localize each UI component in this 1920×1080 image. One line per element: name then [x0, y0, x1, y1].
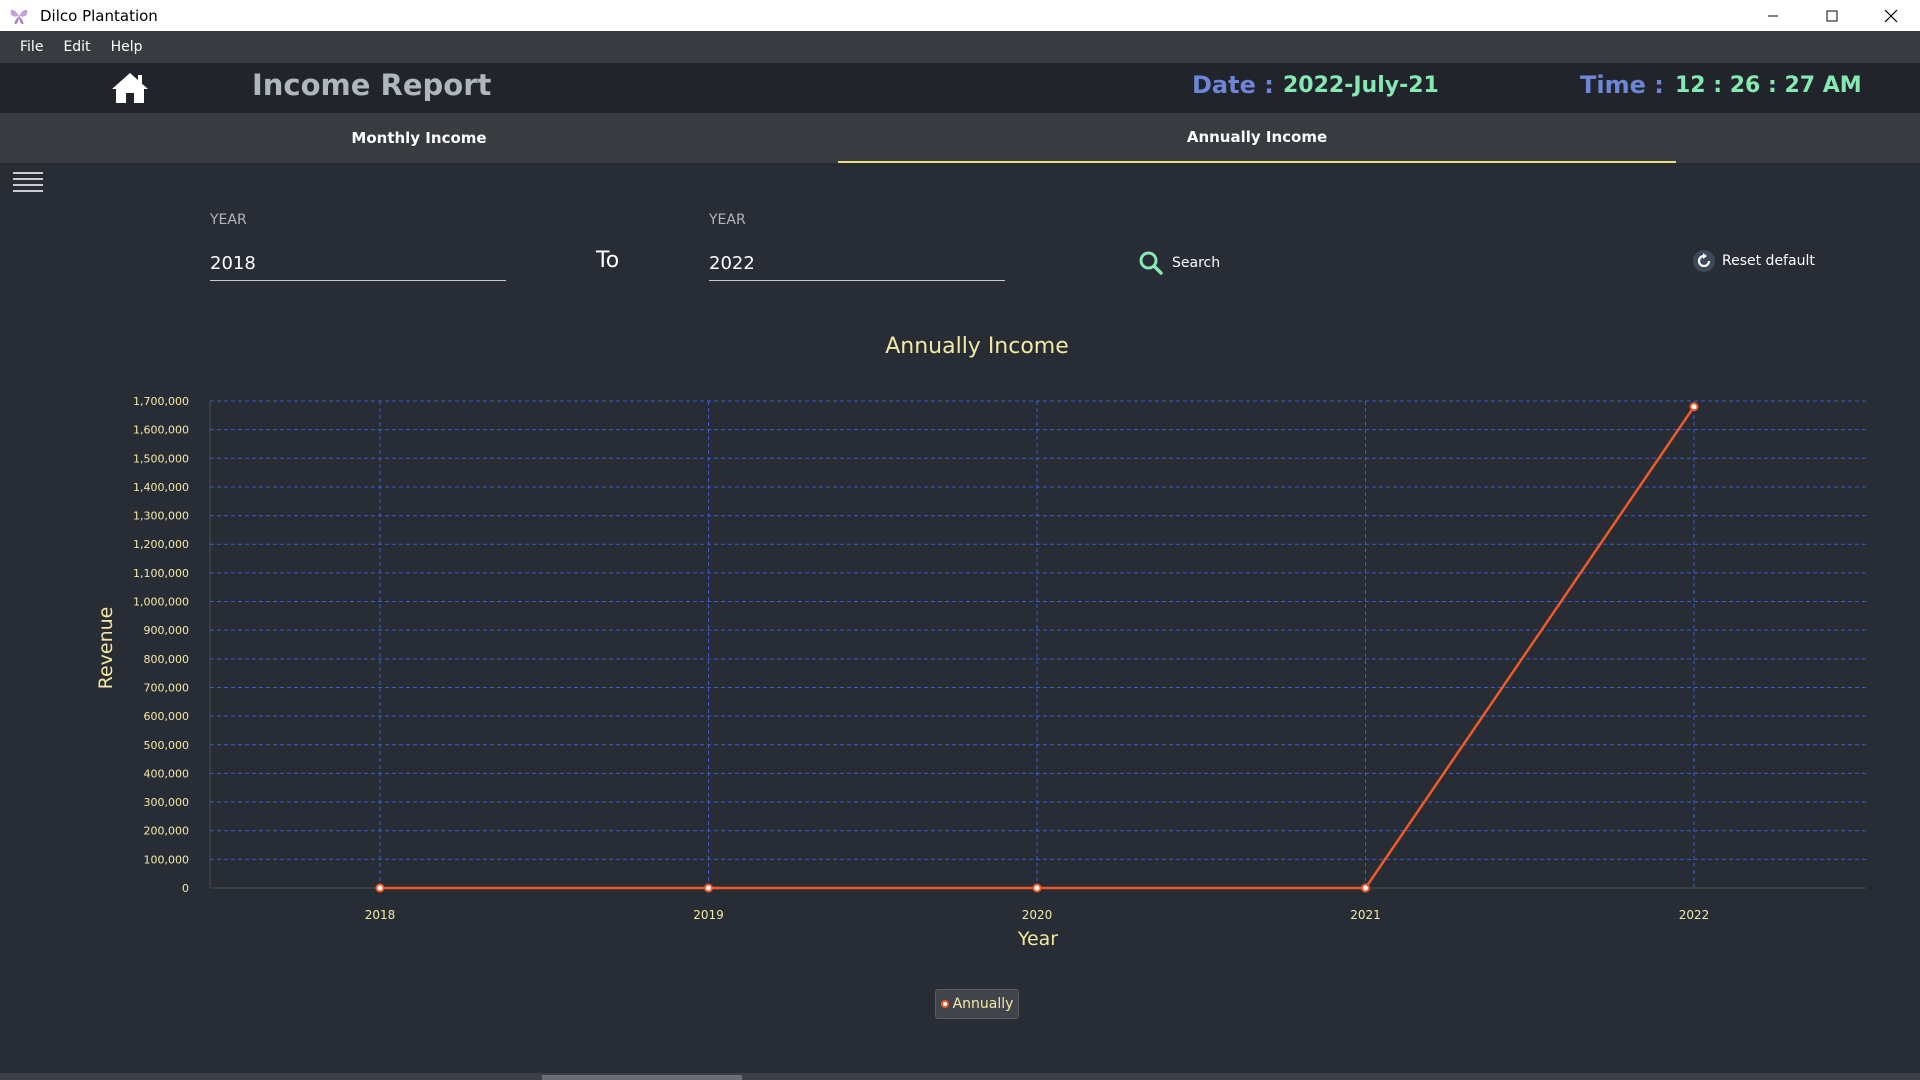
horizontal-scrollbar[interactable]	[0, 1073, 1920, 1080]
y-tick-label: 600,000	[144, 710, 190, 723]
home-icon[interactable]	[110, 71, 150, 105]
from-year-input[interactable]	[210, 247, 506, 281]
reset-label: Reset default	[1722, 253, 1815, 269]
scrollbar-thumb[interactable]	[542, 1075, 742, 1080]
y-tick-label: 300,000	[144, 796, 190, 809]
window-titlebar: Dilco Plantation	[0, 0, 1920, 31]
reset-default-button[interactable]: Reset default	[1692, 246, 1815, 276]
search-icon	[1139, 251, 1163, 275]
tab-annually-income[interactable]: Annually Income	[838, 113, 1676, 163]
search-button[interactable]: Search	[1138, 248, 1220, 278]
x-axis-label: Year	[1017, 928, 1058, 950]
close-icon	[1884, 9, 1897, 22]
y-tick-label: 1,500,000	[133, 452, 189, 465]
butterfly-app-icon	[10, 9, 28, 24]
from-year-label: YEAR	[210, 212, 247, 228]
y-tick-label: 1,600,000	[133, 424, 189, 437]
y-tick-label: 400,000	[144, 767, 190, 780]
date-label: Date :	[1192, 71, 1274, 99]
y-tick-label: 1,400,000	[133, 481, 189, 494]
time-label: Time :	[1580, 71, 1664, 99]
refresh-icon	[1693, 250, 1715, 272]
tab-bar: Monthly Income Annually Income	[0, 113, 1920, 163]
data-point	[375, 883, 385, 893]
data-point	[704, 883, 713, 893]
y-tick-label: 1,300,000	[133, 510, 189, 523]
page-title: Income Report	[252, 68, 492, 102]
x-tick-label: 2019	[693, 908, 724, 922]
menu-help[interactable]: Help	[101, 39, 153, 55]
y-tick-label: 1,000,000	[133, 596, 189, 609]
tab-monthly-income[interactable]: Monthly Income	[0, 113, 838, 163]
chart-title: Annually Income	[885, 334, 1069, 359]
to-year-label: YEAR	[709, 212, 746, 228]
y-axis-label: Revenue	[95, 607, 117, 690]
menu-file[interactable]: File	[10, 39, 53, 55]
annual-income-chart: 0 100,000 200,000 300,000 400,000 500,000 600,…	[95, 334, 1866, 950]
window-title: Dilco Plantation	[40, 6, 158, 25]
maximize-icon	[1826, 10, 1837, 21]
minimize-icon	[1767, 15, 1778, 16]
data-point	[1689, 402, 1699, 412]
menu-edit[interactable]: Edit	[53, 39, 100, 55]
y-tick-label: 1,200,000	[133, 538, 189, 551]
y-tick-label: 700,000	[144, 681, 190, 694]
y-tick-label: 100,000	[144, 853, 190, 866]
x-tick-label: 2022	[1679, 908, 1710, 922]
y-tick-label: 500,000	[144, 739, 190, 752]
legend-marker	[940, 1000, 949, 1008]
to-year-input[interactable]	[709, 247, 1005, 281]
to-label: To	[596, 248, 620, 273]
minimize-button[interactable]	[1743, 0, 1802, 31]
page-header: Income Report Date : 2022-July-21 Time :…	[0, 63, 1920, 113]
y-tick-label: 0	[182, 882, 189, 895]
menu-bar: File Edit Help	[0, 31, 1920, 63]
y-tick-label: 1,100,000	[133, 567, 189, 580]
time-value: 12 : 26 : 27 AM	[1675, 73, 1862, 98]
search-label: Search	[1172, 255, 1221, 271]
x-tick-label: 2021	[1350, 908, 1381, 922]
y-tick-label: 800,000	[144, 653, 190, 666]
hamburger-menu-icon[interactable]	[13, 170, 43, 194]
maximize-button[interactable]	[1802, 0, 1861, 31]
chart-legend: Annually	[935, 989, 1019, 1019]
close-button[interactable]	[1861, 0, 1920, 31]
date-value: 2022-July-21	[1283, 73, 1439, 98]
legend-label: Annually	[952, 996, 1014, 1012]
data-point	[1032, 883, 1042, 893]
data-point	[1361, 883, 1370, 893]
y-tick-label: 900,000	[144, 624, 190, 637]
y-tick-label: 200,000	[144, 825, 190, 838]
x-tick-label: 2018	[365, 908, 396, 922]
x-tick-label: 2020	[1022, 908, 1053, 922]
y-tick-label: 1,700,000	[133, 395, 189, 408]
